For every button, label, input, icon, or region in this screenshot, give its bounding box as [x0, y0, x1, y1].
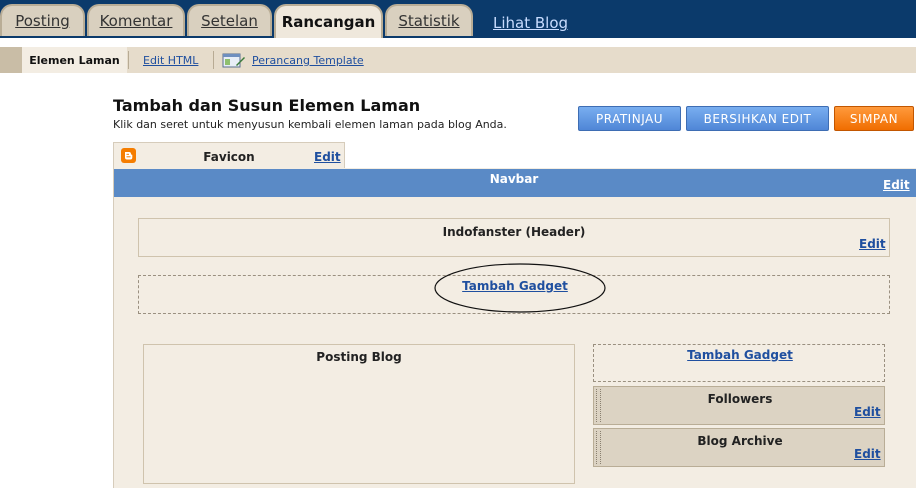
navbar-edit-link[interactable]: Edit — [883, 178, 910, 192]
subtab-page-elements[interactable]: Elemen Laman — [22, 47, 127, 73]
tab-komentar[interactable]: Komentar — [87, 4, 185, 36]
subtab-bar-edge — [0, 47, 22, 73]
divider — [128, 51, 129, 69]
preview-button[interactable]: PRATINJAU — [578, 106, 681, 131]
add-gadget-area: Tambah Gadget — [138, 263, 890, 314]
sidebar-add-gadget-area: Tambah Gadget — [593, 344, 885, 382]
followers-widget[interactable]: Followers Edit — [593, 386, 885, 425]
favicon-edit-link[interactable]: Edit — [314, 150, 341, 164]
subtab-template-designer[interactable]: Perancang Template — [252, 54, 364, 67]
navbar-label: Navbar — [489, 172, 539, 186]
clear-edits-button[interactable]: BERSIHKAN EDIT — [686, 106, 829, 131]
view-blog-link[interactable]: Lihat Blog — [493, 14, 568, 32]
subtab-edit-html[interactable]: Edit HTML — [143, 54, 198, 67]
highlight-ellipse — [434, 263, 606, 313]
navbar-widget: Navbar Edit — [114, 169, 916, 197]
header-edit-link[interactable]: Edit — [859, 237, 886, 251]
blog-archive-label: Blog Archive — [697, 434, 783, 448]
blogger-icon — [121, 148, 136, 163]
main-posts-label: Posting Blog — [316, 350, 402, 364]
page-subtitle: Klik dan seret untuk menyusun kembali el… — [113, 118, 507, 131]
header-label: Indofanster (Header) — [442, 225, 586, 239]
template-designer-icon[interactable] — [222, 52, 246, 68]
favicon-widget: Favicon Edit — [113, 142, 345, 169]
page-title: Tambah dan Susun Elemen Laman — [113, 96, 421, 115]
save-button[interactable]: SIMPAN — [834, 106, 914, 131]
drag-handle[interactable] — [596, 389, 601, 422]
tab-setelan[interactable]: Setelan — [187, 4, 272, 36]
tab-statistik[interactable]: Statistik — [385, 4, 473, 36]
sidebar-add-gadget-link[interactable]: Tambah Gadget — [664, 348, 816, 362]
tab-rancangan[interactable]: Rancangan — [274, 4, 383, 38]
main-posts-widget: Posting Blog — [143, 344, 575, 484]
blog-archive-edit-link[interactable]: Edit — [854, 447, 881, 461]
divider — [213, 51, 214, 69]
subtab-bar: Elemen Laman Edit HTML Perancang Templat… — [0, 47, 916, 73]
tab-posting[interactable]: Posting — [0, 4, 85, 36]
header-widget: Indofanster (Header) Edit — [138, 218, 890, 257]
favicon-label: Favicon — [203, 150, 255, 164]
drag-handle[interactable] — [596, 431, 601, 464]
blog-archive-widget[interactable]: Blog Archive Edit — [593, 428, 885, 467]
followers-edit-link[interactable]: Edit — [854, 405, 881, 419]
followers-label: Followers — [707, 392, 773, 406]
